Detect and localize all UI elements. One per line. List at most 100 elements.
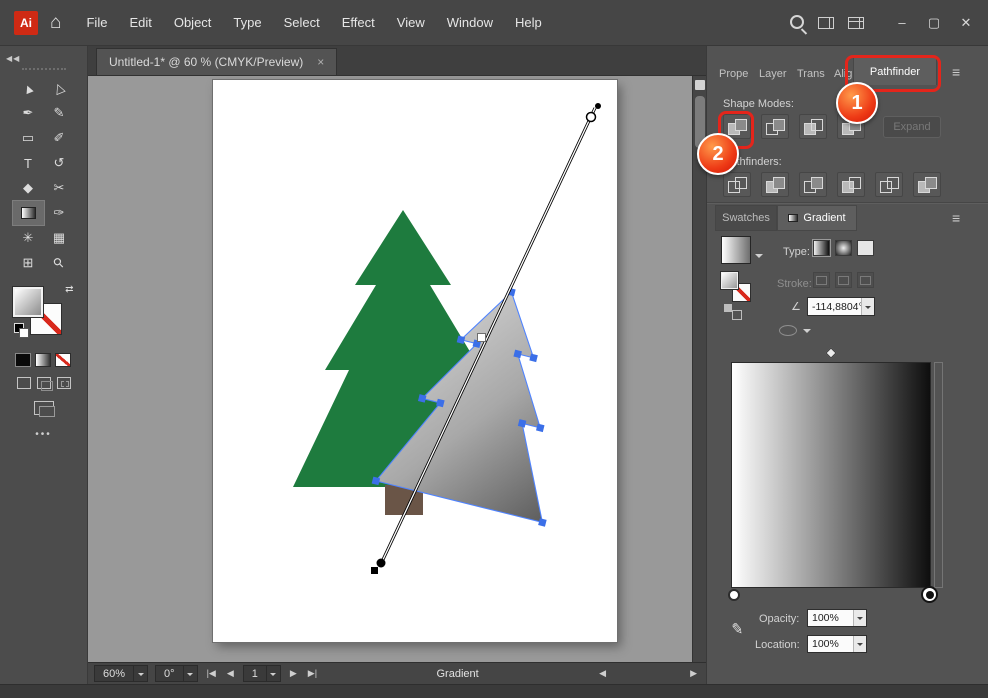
tab-properties[interactable]: Prope xyxy=(719,68,748,80)
shape-mode-minus-front-button[interactable] xyxy=(761,114,789,139)
pathfinder-merge-button[interactable] xyxy=(799,172,827,197)
zoom-tool[interactable]: ⚲ xyxy=(44,251,75,275)
pathfinder-minus-back-button[interactable] xyxy=(913,172,941,197)
rotation-dropdown[interactable]: 0° xyxy=(155,665,198,682)
pencil-tool[interactable]: ✎ xyxy=(44,101,75,125)
menu-help[interactable]: Help xyxy=(504,9,553,36)
freeform-gradient-button[interactable] xyxy=(857,240,874,256)
gradient-slider[interactable] xyxy=(731,362,931,588)
draw-normal-icon[interactable] xyxy=(16,377,31,389)
pathfinder-crop-button[interactable] xyxy=(837,172,865,197)
color-button[interactable] xyxy=(14,353,31,367)
symbol-sprayer-tool[interactable]: ✳ xyxy=(13,226,44,250)
stroke-along-button[interactable] xyxy=(835,272,852,288)
first-artboard-button[interactable]: |◀ xyxy=(205,668,218,679)
pathfinder-trim-button[interactable] xyxy=(761,172,789,197)
default-fill-stroke-icon[interactable] xyxy=(13,323,29,338)
canvas-area[interactable] xyxy=(88,76,706,662)
menu-type[interactable]: Type xyxy=(222,9,272,36)
workspace-switcher-icon[interactable] xyxy=(848,16,864,29)
home-icon[interactable]: ⌂ xyxy=(50,12,61,34)
eraser-tool[interactable]: ◆ xyxy=(13,176,44,200)
direct-selection-tool[interactable]: △ xyxy=(44,76,75,100)
menu-window[interactable]: Window xyxy=(436,9,504,36)
rectangle-tool[interactable]: ▭ xyxy=(13,126,44,150)
gradient-preview-swatch[interactable] xyxy=(721,236,751,264)
menu-object[interactable]: Object xyxy=(163,9,223,36)
gradient-midpoint-handle[interactable] xyxy=(477,333,486,342)
menu-effect[interactable]: Effect xyxy=(331,9,386,36)
gradient-midpoint-marker[interactable] xyxy=(825,347,837,359)
tab-transform[interactable]: Trans xyxy=(797,68,825,80)
gradient-end-point[interactable] xyxy=(595,103,601,109)
screen-mode-icon[interactable] xyxy=(33,401,55,417)
paintbrush-tool[interactable]: ✐ xyxy=(44,126,75,150)
scissors-tool[interactable]: ✂ xyxy=(44,176,75,200)
artboard-tool[interactable]: ⊞ xyxy=(13,251,44,275)
gradient-button[interactable] xyxy=(34,353,51,367)
linear-gradient-button[interactable] xyxy=(812,239,831,257)
type-tool[interactable]: T xyxy=(13,151,44,175)
menu-select[interactable]: Select xyxy=(273,9,331,36)
gradient-end-handle[interactable] xyxy=(585,111,597,123)
artboard-dropdown[interactable]: 1 xyxy=(242,665,281,682)
maximize-button[interactable]: ▢ xyxy=(920,12,948,34)
scroll-left-icon[interactable]: ◀ xyxy=(596,668,609,679)
tab-layers[interactable]: Layer xyxy=(759,68,787,80)
menu-file[interactable]: File xyxy=(75,9,118,36)
expand-button[interactable]: Expand xyxy=(883,116,941,138)
document-tab[interactable]: Untitled-1* @ 60 % (CMYK/Preview) × xyxy=(96,48,338,75)
radial-gradient-button[interactable] xyxy=(835,240,852,256)
chevron-down-icon[interactable] xyxy=(803,329,811,337)
chevron-down-icon[interactable] xyxy=(182,666,197,681)
zoom-dropdown[interactable]: 60% xyxy=(94,665,149,682)
pathfinder-outline-button[interactable] xyxy=(875,172,903,197)
previous-artboard-button[interactable]: ◀ xyxy=(225,668,236,679)
angle-field[interactable]: -114,8804° xyxy=(807,297,875,316)
chevron-down-icon[interactable] xyxy=(861,298,874,315)
shape-mode-intersect-button[interactable] xyxy=(799,114,827,139)
eyedropper-icon[interactable]: ✎ xyxy=(730,619,744,638)
location-field[interactable]: 100% xyxy=(807,635,867,653)
none-button[interactable] xyxy=(54,353,71,367)
rotate-tool[interactable]: ↺ xyxy=(44,151,75,175)
graph-tool[interactable]: ▦ xyxy=(44,226,75,250)
close-button[interactable]: ✕ xyxy=(952,12,980,34)
gradient-tool[interactable] xyxy=(11,200,45,226)
pen-tool[interactable]: ✒ xyxy=(13,101,44,125)
swap-fill-stroke-icon[interactable]: ⇄ xyxy=(65,284,73,295)
gradient-fill-proxy[interactable] xyxy=(721,272,738,289)
gradient-start-handle[interactable] xyxy=(371,567,378,574)
menu-edit[interactable]: Edit xyxy=(118,9,162,36)
collapse-panel-icon[interactable]: ◀◀ xyxy=(0,50,87,63)
fill-swatch[interactable] xyxy=(12,287,43,317)
app-logo-icon[interactable]: Ai xyxy=(14,10,38,35)
tab-close-icon[interactable]: × xyxy=(317,55,324,69)
arrange-documents-icon[interactable] xyxy=(818,16,834,29)
tab-swatches[interactable]: Swatches xyxy=(715,205,777,231)
chevron-down-icon[interactable] xyxy=(265,666,280,681)
chevron-down-icon[interactable] xyxy=(853,636,866,652)
edit-toolbar-icon[interactable]: ••• xyxy=(0,429,87,440)
search-icon[interactable] xyxy=(790,14,804,29)
eyedropper-tool[interactable]: ✑ xyxy=(44,201,75,225)
stroke-across-button[interactable] xyxy=(857,272,874,288)
scroll-up-button[interactable] xyxy=(695,80,705,90)
stroke-within-button[interactable] xyxy=(813,272,830,288)
draw-inside-icon[interactable] xyxy=(56,377,71,389)
opacity-field[interactable]: 100% xyxy=(807,609,867,627)
gradient-start-point[interactable] xyxy=(376,558,386,568)
selection-tool[interactable]: ▲ xyxy=(13,76,44,100)
pathfinder-divide-button[interactable] xyxy=(723,172,751,197)
gradient-stop-black-selected[interactable] xyxy=(921,586,938,603)
chevron-down-icon[interactable] xyxy=(853,610,866,626)
chevron-down-icon[interactable] xyxy=(755,254,763,262)
draw-behind-icon[interactable] xyxy=(36,377,53,391)
gradient-stop-white[interactable] xyxy=(728,589,740,601)
tab-gradient[interactable]: Gradient xyxy=(777,205,857,231)
next-artboard-button[interactable]: ▶ xyxy=(288,668,299,679)
reverse-gradient-icon[interactable] xyxy=(723,302,743,320)
chevron-down-icon[interactable] xyxy=(133,666,147,681)
last-artboard-button[interactable]: ▶| xyxy=(306,668,319,679)
panel-menu-icon[interactable]: ≡ xyxy=(952,64,960,80)
